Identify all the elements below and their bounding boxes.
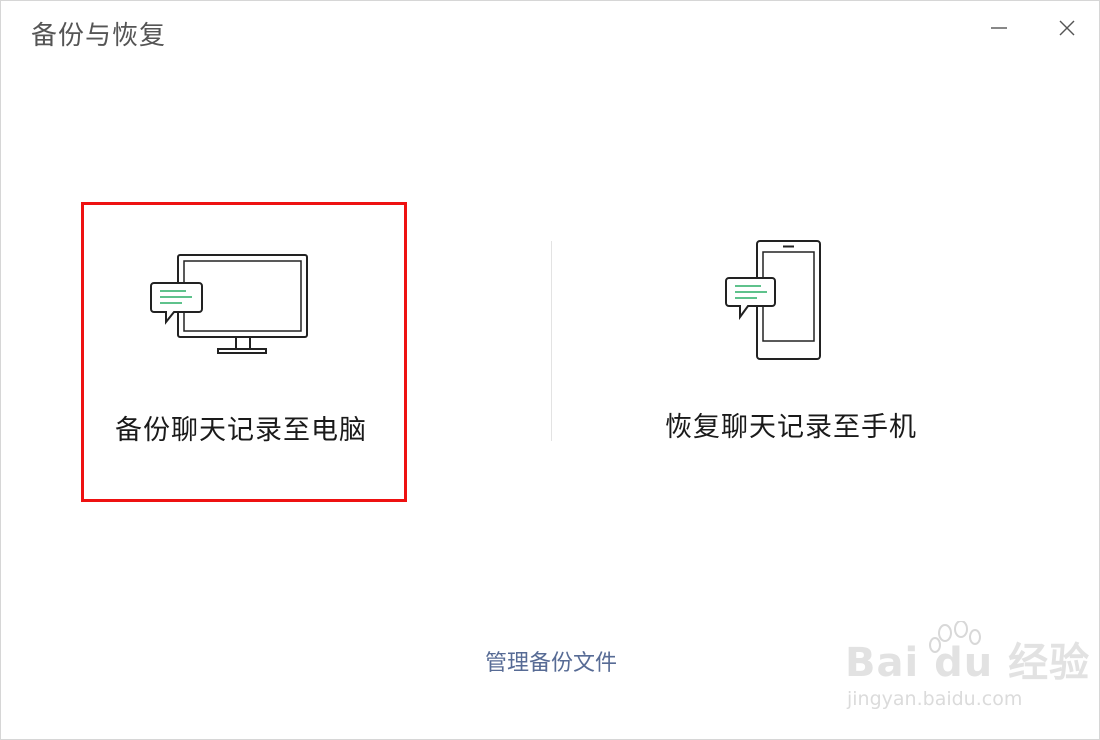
minimize-icon xyxy=(991,27,1007,29)
backup-to-pc-option[interactable]: 备份聊天记录至电脑 xyxy=(81,202,407,502)
backup-restore-window: 备份与恢复 备份聊天记录至电脑 恢复聊天记录至手机 管理备份文件 Bai du … xyxy=(0,0,1100,740)
monitor-chat-icon xyxy=(138,249,310,365)
window-title: 备份与恢复 xyxy=(31,21,167,51)
restore-to-phone-label: 恢复聊天记录至手机 xyxy=(665,412,917,443)
watermark-url: jingyan.baidu.com xyxy=(847,688,1023,710)
backup-to-pc-label: 备份聊天记录至电脑 xyxy=(115,415,367,446)
manage-backup-files-link[interactable]: 管理备份文件 xyxy=(1,649,1099,679)
minimize-button[interactable] xyxy=(982,11,1016,45)
close-button[interactable] xyxy=(1050,11,1084,45)
option-divider xyxy=(551,241,552,441)
phone-chat-icon xyxy=(721,238,831,368)
close-icon xyxy=(1059,20,1075,36)
restore-to-phone-option[interactable]: 恢复聊天记录至手机 xyxy=(601,202,981,496)
